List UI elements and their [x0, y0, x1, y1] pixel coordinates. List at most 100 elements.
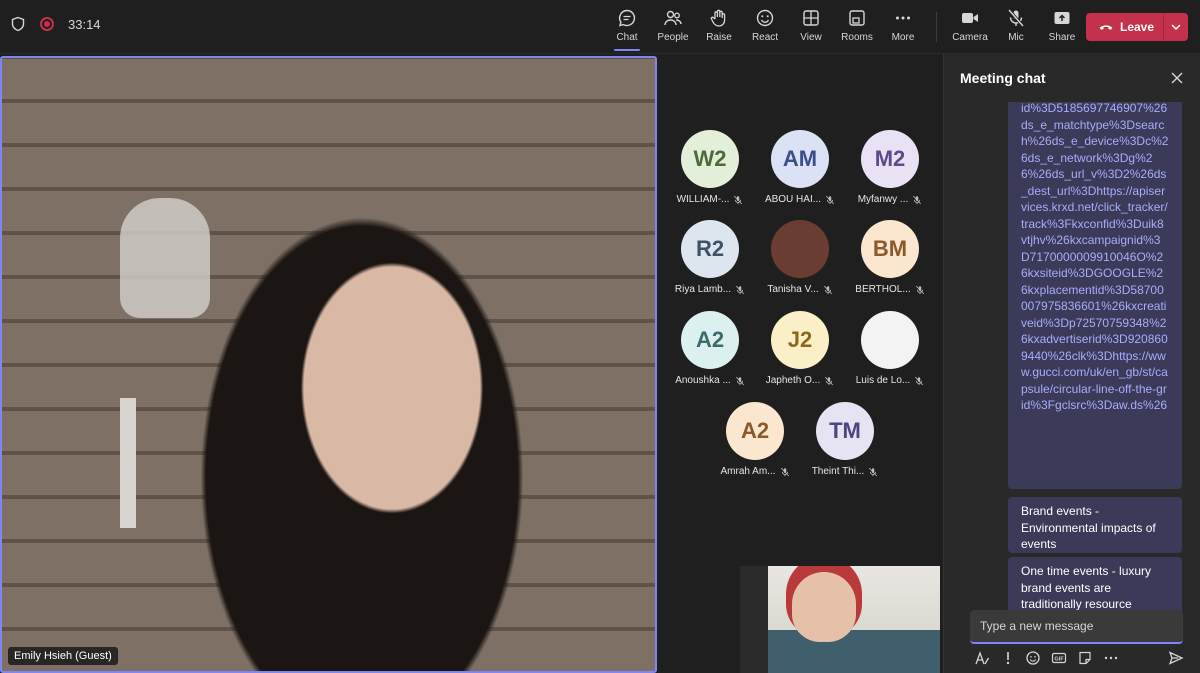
view-label: View — [800, 32, 822, 43]
leave-options-button[interactable] — [1164, 21, 1188, 33]
participant-name: Riya Lamb... — [675, 284, 745, 295]
leave-button-group: Leave — [1086, 13, 1188, 41]
participant-name: Amrah Am... — [720, 466, 789, 477]
avatar: J2 — [771, 311, 829, 369]
mic-off-icon — [915, 285, 924, 294]
mic-label: Mic — [1008, 32, 1024, 43]
leave-label: Leave — [1120, 20, 1155, 34]
mic-off-icon — [869, 467, 878, 476]
toolbar-divider — [936, 12, 937, 42]
format-icon[interactable] — [974, 650, 990, 666]
more-button[interactable]: More — [880, 8, 926, 51]
chat-messages[interactable]: id%3D5185697746907%26ds_e_matchtype%3Dse… — [944, 102, 1200, 612]
rooms-button[interactable]: Rooms — [834, 8, 880, 51]
participant-name: Luis de Lo... — [856, 375, 924, 386]
self-view-video[interactable] — [740, 566, 940, 673]
participant-name: Japheth O... — [766, 375, 834, 386]
mic-off-icon — [823, 285, 832, 294]
camera-label: Camera — [952, 32, 988, 43]
participant-name-label: Japheth O... — [765, 375, 821, 386]
people-button[interactable]: People — [650, 8, 696, 51]
avatar: A2 — [726, 402, 784, 460]
react-label: React — [751, 32, 779, 43]
participant-name: Anoushka ... — [675, 375, 745, 386]
people-icon — [664, 10, 682, 26]
gif-icon[interactable]: GIF — [1051, 650, 1067, 666]
avatar: A2 — [681, 311, 739, 369]
self-view-person — [792, 572, 856, 642]
recording-icon — [40, 17, 54, 31]
raise-hand-button[interactable]: Raise — [696, 8, 742, 51]
mic-off-icon — [1007, 9, 1025, 27]
mic-off-icon — [825, 376, 834, 385]
mic-off-icon — [915, 376, 924, 385]
participant-name-label: Riya Lamb... — [674, 284, 732, 295]
participant-tile[interactable]: A2 Anoushka ... — [665, 311, 755, 386]
message-input[interactable]: Type a new message — [970, 610, 1183, 644]
participant-name-label: Luis de Lo... — [855, 375, 911, 386]
participant-name: BERTHOL... — [855, 284, 924, 295]
chat-header: Meeting chat — [944, 54, 1200, 102]
mic-off-icon — [780, 467, 789, 476]
participant-tile[interactable]: Luis de Lo... — [845, 311, 935, 386]
participant-tile[interactable]: TM Theint Thi... — [800, 402, 890, 477]
active-speaker-video[interactable]: Emily Hsieh (Guest) — [0, 56, 657, 673]
toolbar-buttons: Chat People Raise React View Rooms More — [604, 8, 1085, 51]
participant-name-label: Theint Thi... — [811, 466, 865, 477]
svg-text:GIF: GIF — [1055, 656, 1065, 662]
chat-label: Chat — [616, 32, 638, 43]
participant-tile[interactable]: A2 Amrah Am... — [710, 402, 800, 477]
mic-off-icon — [826, 195, 835, 204]
send-icon[interactable] — [1168, 650, 1184, 666]
participant-name-label: ABOU HAI... — [764, 194, 822, 205]
close-icon[interactable] — [1170, 71, 1184, 85]
avatar: W2 — [681, 130, 739, 188]
emoji-icon[interactable] — [1025, 650, 1041, 666]
view-button[interactable]: View — [788, 8, 834, 51]
meeting-timer: 33:14 — [68, 16, 101, 32]
share-label: Share — [1048, 32, 1076, 43]
sticker-icon[interactable] — [1077, 650, 1093, 666]
self-view-window — [740, 566, 768, 673]
camera-button[interactable]: Camera — [947, 8, 993, 51]
participant-name-label: WILLIAM-... — [676, 194, 730, 205]
chat-button[interactable]: Chat — [604, 8, 650, 51]
compose-toolbar: GIF — [974, 650, 1184, 666]
participant-tile[interactable]: Tanisha V... — [755, 220, 845, 295]
participant-name: WILLIAM-... — [677, 194, 744, 205]
background-object — [120, 198, 210, 318]
mic-off-icon — [734, 195, 743, 204]
raise-hand-icon — [710, 9, 726, 27]
smiley-icon — [756, 9, 774, 27]
participant-tile[interactable]: M2 Myfanwy ... — [845, 130, 935, 205]
important-icon[interactable] — [1000, 650, 1016, 666]
more-label: More — [891, 32, 915, 43]
participant-tile[interactable]: W2 WILLIAM-... — [665, 130, 755, 205]
shield-icon[interactable] — [10, 16, 26, 32]
leave-button[interactable]: Leave — [1086, 13, 1164, 41]
avatar: AM — [771, 130, 829, 188]
more-icon — [896, 16, 910, 20]
participant-name-label: BERTHOL... — [855, 284, 911, 295]
participant-tile[interactable]: J2 Japheth O... — [755, 311, 845, 386]
chat-message: One time events - luxury brand events ar… — [1008, 557, 1182, 612]
avatar: M2 — [861, 130, 919, 188]
participant-name: Theint Thi... — [812, 466, 879, 477]
avatar — [771, 220, 829, 278]
mic-off-icon — [735, 376, 744, 385]
participant-tile[interactable]: AM ABOU HAI... — [755, 130, 845, 205]
share-icon — [1054, 12, 1070, 24]
raise-label: Raise — [706, 32, 732, 43]
participant-tile[interactable]: BM BERTHOL... — [845, 220, 935, 295]
participant-name: ABOU HAI... — [765, 194, 835, 205]
react-button[interactable]: React — [742, 8, 788, 51]
participant-tile[interactable]: R2 Riya Lamb... — [665, 220, 755, 295]
chat-title: Meeting chat — [960, 70, 1046, 86]
avatar: TM — [816, 402, 874, 460]
share-button[interactable]: Share — [1039, 8, 1085, 51]
chat-message-link[interactable]: id%3D5185697746907%26ds_e_matchtype%3Dse… — [1008, 102, 1182, 489]
more-options-icon[interactable] — [1103, 650, 1119, 666]
background-strap — [120, 398, 136, 528]
meeting-status: 33:14 — [10, 16, 101, 32]
mic-button[interactable]: Mic — [993, 8, 1039, 51]
